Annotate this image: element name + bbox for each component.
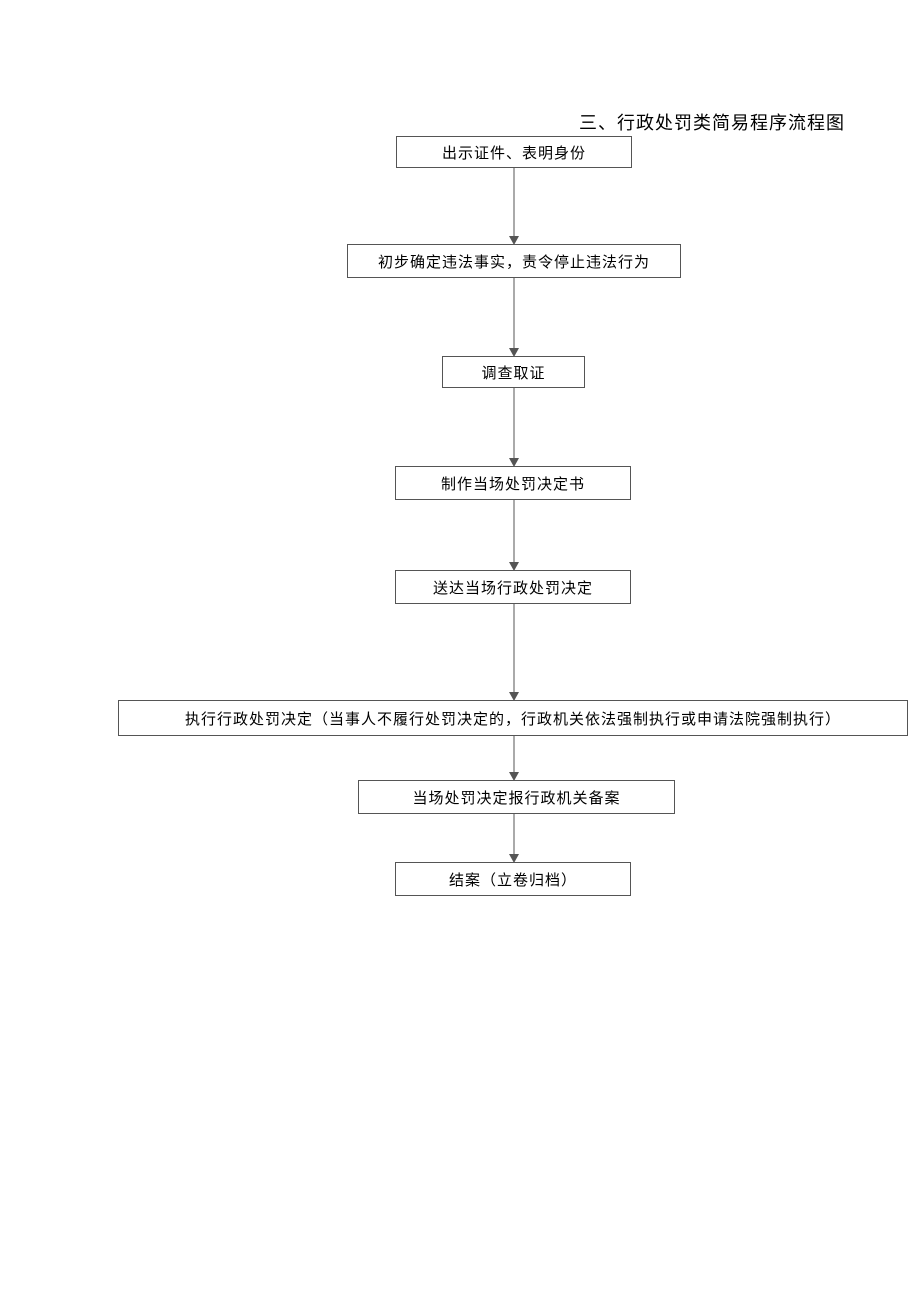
flow-node-5: 送达当场行政处罚决定 [395,570,631,604]
flow-node-8: 结案（立卷归档） [395,862,631,896]
flow-node-3: 调查取证 [442,356,585,388]
flow-edge-line [514,500,515,562]
flow-node-4: 制作当场处罚决定书 [395,466,631,500]
flow-node-7: 当场处罚决定报行政机关备案 [358,780,675,814]
flow-node-1: 出示证件、表明身份 [396,136,632,168]
flow-edge-line [514,168,515,236]
flow-edge-line [514,736,515,772]
flow-edge-line [514,814,515,854]
flow-edge-line [514,278,515,348]
flowchart-container: 三、行政处罚类简易程序流程图 出示证件、表明身份 初步确定违法事实，责令停止违法… [0,0,920,1301]
flow-node-2: 初步确定违法事实，责令停止违法行为 [347,244,681,278]
flow-edge-line [514,388,515,458]
flow-node-6: 执行行政处罚决定（当事人不履行处罚决定的，行政机关依法强制执行或申请法院强制执行… [118,700,908,736]
flow-edge-line [514,604,515,692]
diagram-title: 三、行政处罚类简易程序流程图 [579,109,845,135]
